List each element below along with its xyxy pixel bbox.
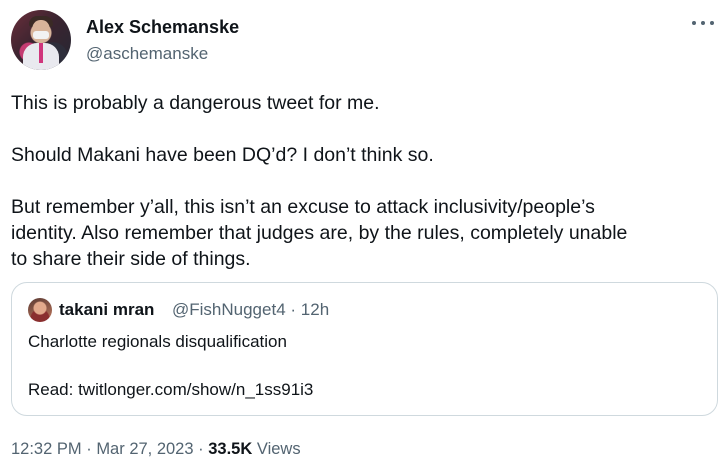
quoted-tweet-time: 12h xyxy=(300,300,330,319)
more-dot xyxy=(692,21,696,25)
views-count: 33.5K xyxy=(208,440,253,458)
more-dot xyxy=(701,21,705,25)
avatar-lanyard xyxy=(39,43,43,63)
quoted-author-name: takani mran xyxy=(59,300,155,319)
meta-separator: · xyxy=(290,300,297,319)
footer-separator: · xyxy=(198,440,204,458)
quoted-tweet-text: Charlotte regionals disqualification Rea… xyxy=(28,330,313,402)
tweet-paragraph: But remember y’all, this isn’t an excuse… xyxy=(11,196,628,270)
tweet-time-link[interactable]: 12:32 PM xyxy=(11,440,82,458)
tweet-paragraph: Should Makani have been DQ’d? I don’t th… xyxy=(11,144,434,166)
quoted-author-avatar xyxy=(28,298,52,322)
tweet-header: Alex Schemanske @aschemanske xyxy=(11,10,716,72)
tweet-paragraph: This is probably a dangerous tweet for m… xyxy=(11,92,380,114)
author-handle[interactable]: @aschemanske xyxy=(86,44,208,64)
more-horizontal-icon[interactable] xyxy=(692,14,714,32)
quoted-author-handle: @FishNugget4 xyxy=(172,300,286,319)
tweet-text: This is probably a dangerous tweet for m… xyxy=(11,90,716,272)
quoted-author-meta: @FishNugget4 · 12h xyxy=(172,300,329,320)
more-dot xyxy=(710,21,714,25)
footer-separator: · xyxy=(86,440,92,458)
views-label: Views xyxy=(256,440,301,458)
quoted-tweet-line: Charlotte regionals disqualification xyxy=(28,332,287,351)
quoted-tweet-line: Read: twitlonger.com/show/n_1ss91i3 xyxy=(28,380,314,399)
author-name[interactable]: Alex Schemanske xyxy=(86,17,239,38)
avatar-mask xyxy=(33,31,49,39)
tweet-date-link[interactable]: Mar 27, 2023 xyxy=(96,440,193,458)
tweet-footer: 12:32 PM · Mar 27, 2023 · 33.5K Views xyxy=(11,440,301,459)
quoted-tweet-card[interactable]: takani mran @FishNugget4 · 12h Charlotte… xyxy=(11,282,718,416)
author-avatar[interactable] xyxy=(11,10,71,70)
